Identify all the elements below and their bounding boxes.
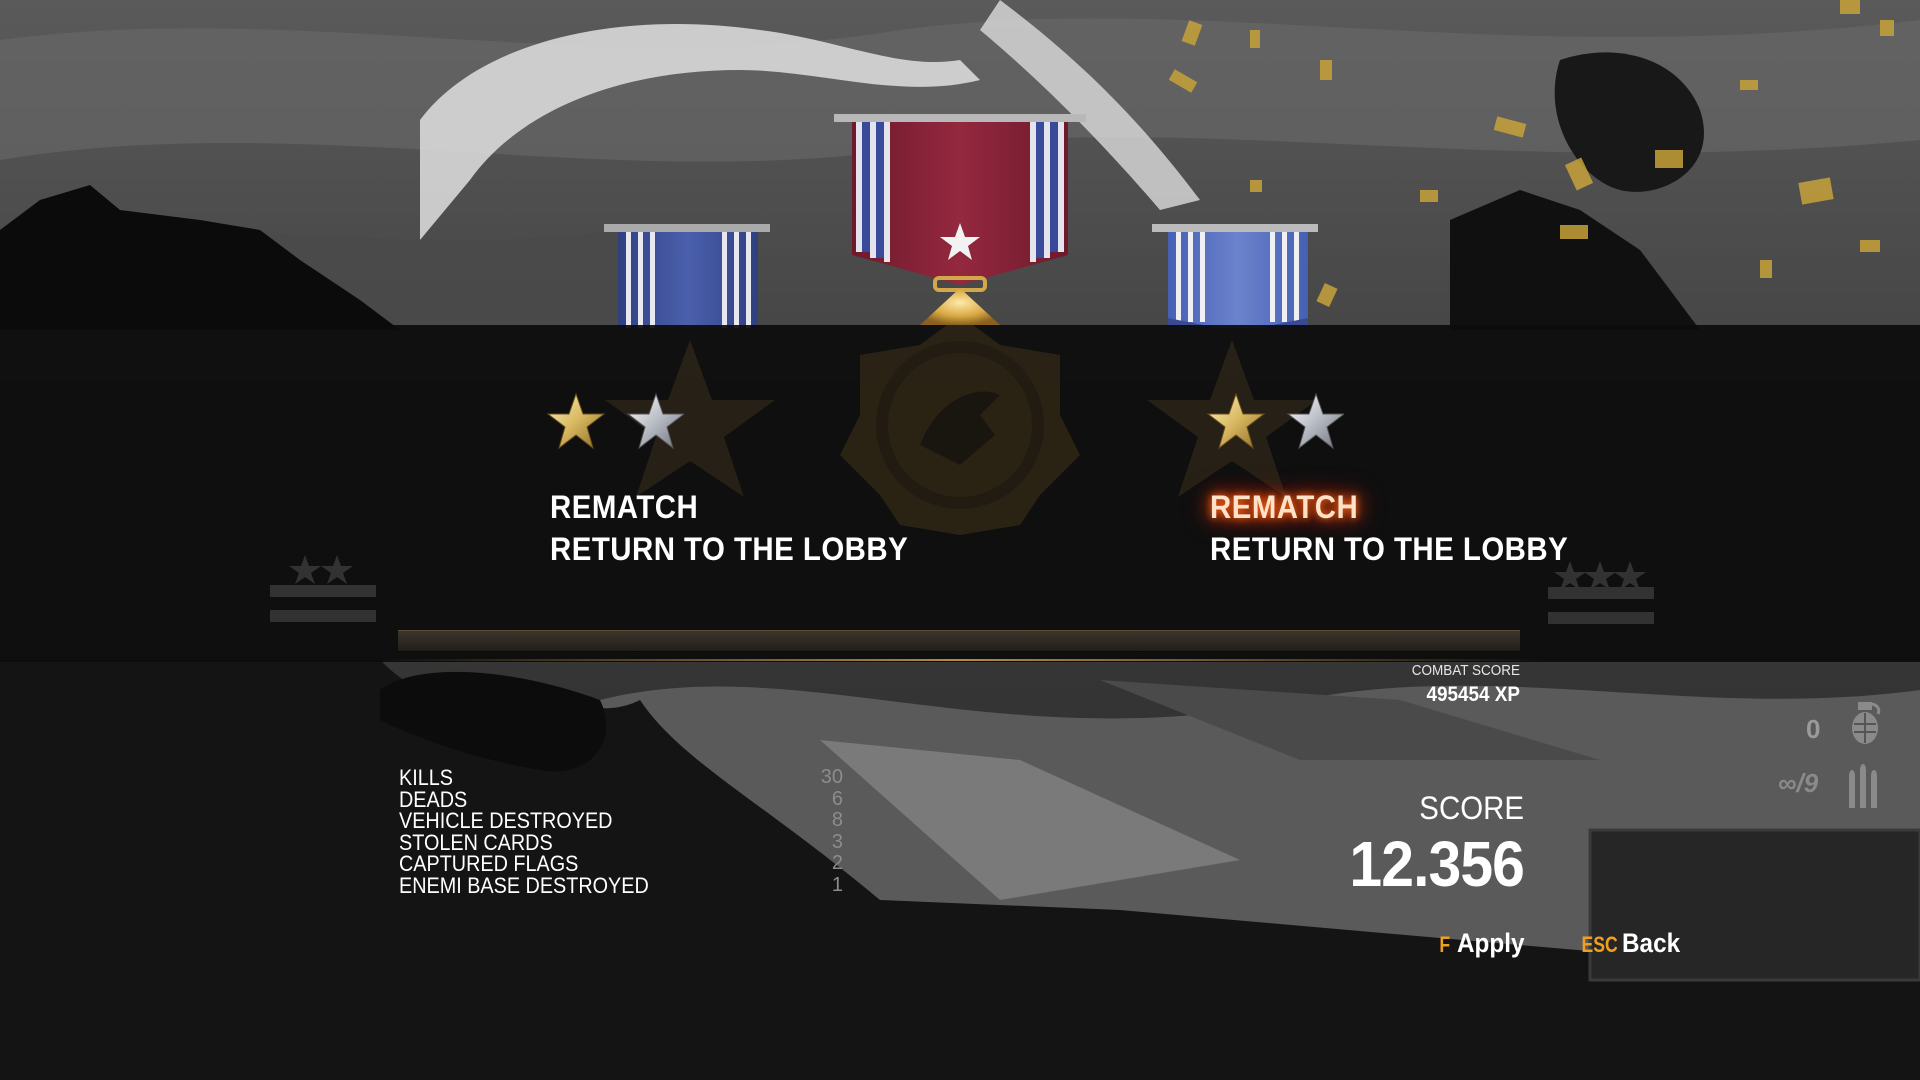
back-button[interactable]: ESC Back: [1577, 928, 1687, 959]
stat-value: 3: [831, 830, 843, 853]
stat-row-enemy-base-destroyed: ENEMI BASE DESTROYED 1: [399, 872, 843, 898]
ammo-count: ∞/9: [1778, 768, 1819, 798]
apply-label: Apply: [1457, 928, 1525, 958]
rank-stars-right: [1206, 392, 1344, 450]
stat-value: 30: [820, 766, 843, 788]
bullets-icon: [1849, 764, 1877, 808]
gold-star-icon: [1206, 392, 1266, 450]
silver-star-icon: [626, 392, 684, 450]
combat-score: COMBAT SCORE 495454 XP: [1300, 662, 1520, 707]
stat-name: ENEMI BASE DESTROYED: [399, 872, 649, 898]
menu-left: REMATCH RETURN TO THE LOBBY: [550, 486, 939, 570]
score-label: SCORE: [1419, 790, 1524, 826]
score-value: 12.356: [1349, 828, 1524, 900]
hud-ammo: 0 ∞/9: [1770, 700, 1890, 820]
gold-star-icon: [546, 392, 606, 450]
grenade-icon: [1852, 702, 1881, 744]
back-label: Back: [1622, 928, 1681, 958]
stat-value: 2: [831, 852, 843, 875]
rematch-option-selected[interactable]: REMATCH: [1210, 486, 1568, 528]
stat-row-vehicle-destroyed: VEHICLE DESTROYED 8: [399, 810, 843, 832]
menu-right: REMATCH RETURN TO THE LOBBY: [1210, 486, 1599, 570]
silver-star-icon: [1286, 392, 1344, 450]
blue-ribbon-left-icon: [604, 224, 770, 328]
stat-value: 6: [831, 787, 843, 810]
stat-name: STOLEN CARDS: [399, 829, 553, 855]
combat-score-value: 495454 XP: [1426, 683, 1520, 706]
apply-button[interactable]: F Apply: [1438, 928, 1532, 959]
glow-divider: [380, 659, 1540, 661]
score-block: SCORE 12.356: [1240, 790, 1524, 901]
stat-row-deads: DEADS 6: [399, 786, 843, 812]
return-to-lobby-option[interactable]: RETURN TO THE LOBBY: [550, 528, 908, 570]
blue-ribbon-right-icon: [1152, 224, 1318, 332]
stat-name: VEHICLE DESTROYED: [399, 808, 613, 834]
progress-bar-track: [398, 630, 1520, 652]
combat-score-label: COMBAT SCORE: [1411, 662, 1520, 679]
stat-value: 8: [831, 809, 843, 832]
rematch-option[interactable]: REMATCH: [550, 486, 908, 528]
return-to-lobby-option[interactable]: RETURN TO THE LOBBY: [1210, 528, 1568, 570]
f-key-icon: F: [1439, 932, 1451, 957]
esc-key-icon: ESC: [1581, 932, 1618, 957]
stats-list: KILLS 30 DEADS 6 VEHICLE DESTROYED 8 STO…: [399, 765, 843, 898]
stat-row-stolen-cards: STOLEN CARDS 3: [399, 829, 843, 855]
stat-name: CAPTURED FLAGS: [399, 851, 579, 877]
rank-insignia-left-icon: [270, 555, 376, 622]
stat-row-kills: KILLS 30: [399, 765, 843, 790]
rank-insignia-right-icon: [1548, 561, 1654, 624]
band-emblems: [270, 325, 1654, 624]
grenade-count: 0: [1806, 714, 1821, 744]
stat-name: DEADS: [399, 786, 468, 812]
stat-value: 1: [831, 873, 843, 896]
stat-row-captured-flags: CAPTURED FLAGS 2: [399, 853, 843, 875]
stat-name: KILLS: [399, 765, 453, 790]
rank-stars-left: [546, 392, 684, 450]
